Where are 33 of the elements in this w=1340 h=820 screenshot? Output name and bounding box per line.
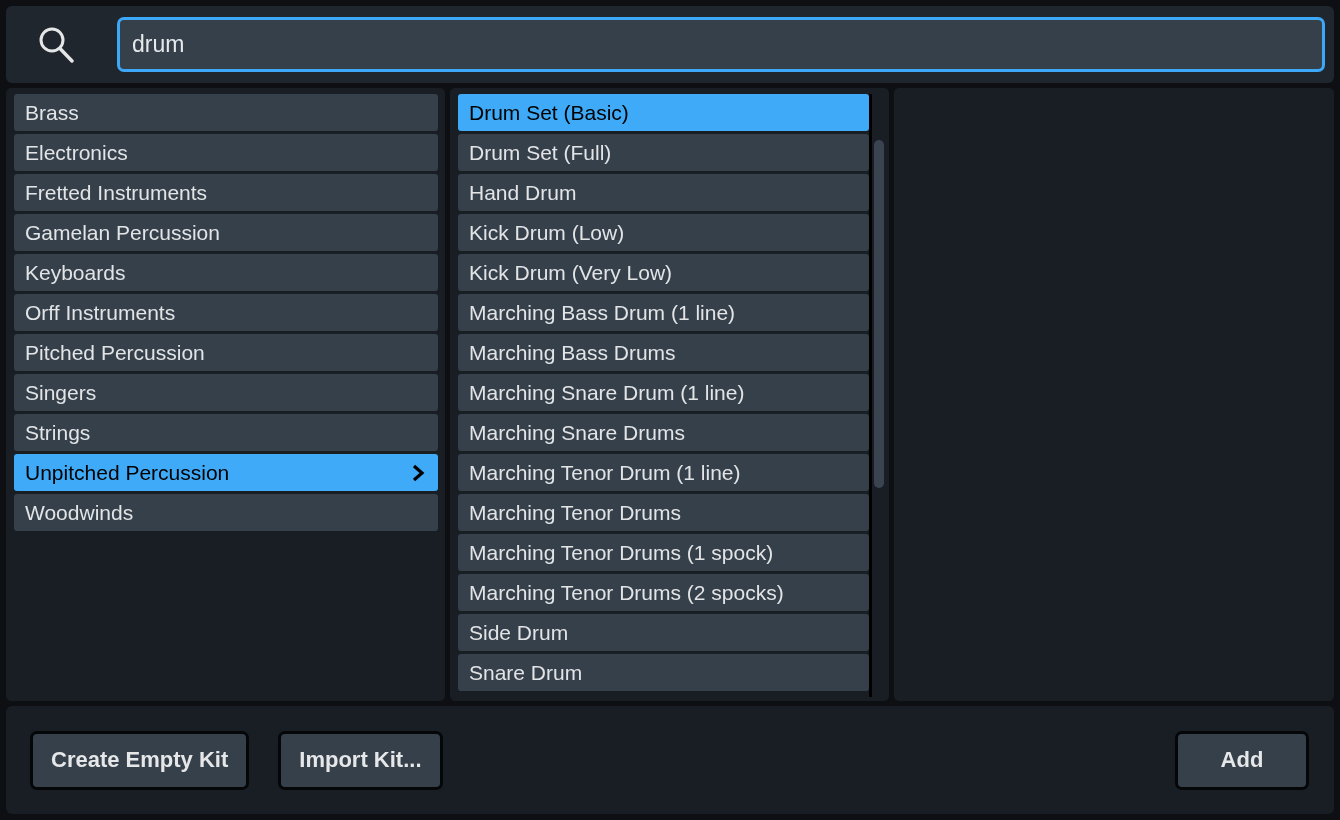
list-item[interactable]: Snare Drum (458, 654, 869, 691)
list-item[interactable]: Marching Tenor Drums (458, 494, 869, 531)
list-item[interactable]: Keyboards (14, 254, 438, 291)
list-item[interactable]: Marching Tenor Drums (1 spock) (458, 534, 869, 571)
list-item[interactable]: Woodwinds (14, 494, 438, 531)
list-item[interactable]: Strings (14, 414, 438, 451)
list-item[interactable]: Brass (14, 94, 438, 131)
list-item[interactable]: Singers (14, 374, 438, 411)
list-item[interactable]: Pitched Percussion (14, 334, 438, 371)
chevron-right-icon (411, 462, 425, 483)
search-icon (38, 25, 74, 64)
list-item[interactable]: Gamelan Percussion (14, 214, 438, 251)
list-item[interactable]: Marching Tenor Drum (1 line) (458, 454, 869, 491)
list-item[interactable]: Drum Set (Basic) (458, 94, 869, 131)
list-item[interactable]: Fretted Instruments (14, 174, 438, 211)
list-item[interactable]: Marching Snare Drums (458, 414, 869, 451)
footer-button[interactable]: Add (1175, 730, 1309, 790)
scrollbar-thumb[interactable] (874, 140, 884, 488)
list-item[interactable]: Electronics (14, 134, 438, 171)
list-item[interactable]: Orff Instruments (14, 294, 438, 331)
list-item[interactable]: Marching Bass Drum (1 line) (458, 294, 869, 331)
list-item[interactable]: Kick Drum (Very Low) (458, 254, 869, 291)
list-item[interactable]: Marching Tenor Drums (2 spocks) (458, 574, 869, 611)
search-field[interactable]: drum (117, 17, 1325, 72)
list-item[interactable]: Hand Drum (458, 174, 869, 211)
list-item[interactable]: Marching Bass Drums (458, 334, 869, 371)
list-item[interactable]: Marching Snare Drum (1 line) (458, 374, 869, 411)
footer-button[interactable]: Create Empty Kit (30, 730, 250, 790)
list-item[interactable]: Kick Drum (Low) (458, 214, 869, 251)
list-item[interactable]: Side Drum (458, 614, 869, 651)
list-item[interactable]: Unpitched Percussion (14, 454, 438, 491)
list-item[interactable]: Drum Set (Full) (458, 134, 869, 171)
footer-button[interactable]: Import Kit... (278, 730, 443, 790)
